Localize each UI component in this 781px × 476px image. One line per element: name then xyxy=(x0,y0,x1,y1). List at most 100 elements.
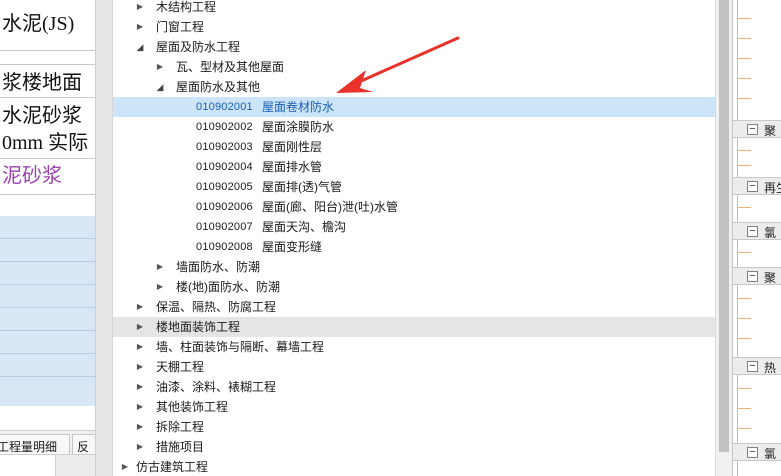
tree-node[interactable]: ▶ 其他装饰工程 xyxy=(113,397,715,417)
collapse-box-icon[interactable]: − xyxy=(747,271,758,282)
tree-guide-line xyxy=(737,240,738,267)
tree-item[interactable]: 010902007 屋面天沟、檐沟 xyxy=(113,217,715,237)
tree-node[interactable]: ▶ 墙、柱面装饰与隔断、幕墙工程 xyxy=(113,337,715,357)
expand-arrow-icon[interactable]: ▶ xyxy=(135,297,145,317)
tree-node[interactable]: ▶ 保温、隔热、防腐工程 xyxy=(113,297,715,317)
tree-item-label: 门窗工程 xyxy=(156,20,205,34)
tree-node[interactable]: ▶ 楼地面装饰工程 xyxy=(113,317,715,337)
right-tree-node[interactable]: −再生 xyxy=(733,177,781,195)
tree-item[interactable]: 010902005 屋面排(透)气管 xyxy=(113,177,715,197)
collapse-box-icon[interactable]: − xyxy=(747,226,758,237)
expand-arrow-icon[interactable]: ▶ xyxy=(135,337,145,357)
right-tree-node-label: 再生 xyxy=(764,181,781,195)
tree-guide-line xyxy=(737,461,738,476)
expand-arrow-icon[interactable]: ▶ xyxy=(155,57,165,77)
right-tree-node-label: 氯 xyxy=(764,226,777,240)
tree-guide-line xyxy=(737,375,738,443)
tree-guide-stub xyxy=(737,252,751,253)
tree-guide-stub xyxy=(737,388,751,389)
tree-item-label: 楼(地)面防水、防潮 xyxy=(176,280,280,294)
expand-arrow-icon[interactable]: ▶ xyxy=(135,377,145,397)
tree-item[interactable]: 010902006 屋面(廊、阳台)泄(吐)水管 xyxy=(113,197,715,217)
tree-guide-stub xyxy=(737,38,751,39)
bottom-bar xyxy=(0,454,95,476)
grid-line xyxy=(0,284,95,285)
tree-node[interactable]: ▶ 门窗工程 xyxy=(113,17,715,37)
tree-item-code: 010902006 xyxy=(196,201,253,213)
left-panel-line: 水泥砂浆 xyxy=(2,105,82,127)
tree-node[interactable]: ▶ 油漆、涂料、裱糊工程 xyxy=(113,377,715,397)
tree-item-label: 拆除工程 xyxy=(156,420,205,434)
tree-item-label: 屋面刚性层 xyxy=(262,140,323,154)
tree-guide-stub xyxy=(737,408,751,409)
expand-arrow-icon[interactable]: ▶ xyxy=(120,457,130,476)
tree-guide-stub xyxy=(737,78,751,79)
tree-item[interactable]: 010902004 屋面排水管 xyxy=(113,157,715,177)
expand-arrow-icon[interactable]: ▶ xyxy=(135,357,145,377)
tree-item-code: 010902003 xyxy=(196,141,253,153)
tree-item-label: 瓦、型材及其他屋面 xyxy=(176,60,285,74)
collapse-arrow-icon[interactable]: ◢ xyxy=(155,77,165,97)
collapse-box-icon[interactable]: − xyxy=(747,361,758,372)
tree-node[interactable]: ▶ 拆除工程 xyxy=(113,417,715,437)
tree-guide-line xyxy=(737,195,738,222)
grid-area[interactable] xyxy=(0,216,95,406)
tab-quantity-detail[interactable]: 工程量明细 xyxy=(0,434,70,455)
tree-node[interactable]: ▶ 木结构工程 xyxy=(113,0,715,17)
tab-next[interactable]: 反 xyxy=(72,434,95,455)
tree-node[interactable]: ▶ 楼(地)面防水、防潮 xyxy=(113,277,715,297)
tree-guide-stub xyxy=(737,165,751,166)
right-tree-node[interactable]: − 氯 xyxy=(733,222,781,240)
tree-node[interactable]: ▶ 瓦、型材及其他屋面 xyxy=(113,57,715,77)
tree-item-label: 措施项目 xyxy=(156,440,205,454)
tree-item[interactable]: 010902008 屋面变形缝 xyxy=(113,237,715,257)
expand-arrow-icon[interactable]: ▶ xyxy=(135,0,145,17)
tree-item[interactable]: 010902002 屋面涂膜防水 xyxy=(113,117,715,137)
tree-guide-stub xyxy=(737,318,751,319)
expand-arrow-icon[interactable]: ▶ xyxy=(135,317,145,337)
tree-node[interactable]: ◢ 屋面及防水工程 xyxy=(113,37,715,57)
tree-item-code: 010902008 xyxy=(196,241,253,253)
right-tree-node-label: 氯 xyxy=(764,447,777,461)
expand-arrow-icon[interactable]: ▶ xyxy=(135,417,145,437)
grid-line xyxy=(0,330,95,331)
tree-item[interactable]: 010902001 屋面卷材防水 xyxy=(113,97,715,117)
tree-node[interactable]: ◢ 屋面防水及其他 xyxy=(113,77,715,97)
tree-node[interactable]: ▶ 天棚工程 xyxy=(113,357,715,377)
collapse-box-icon[interactable]: − xyxy=(747,447,758,458)
tree-scrollbar[interactable] xyxy=(715,0,732,476)
left-panel-line: 浆楼地面 xyxy=(2,72,82,94)
tree-item-label: 仿古建筑工程 xyxy=(136,460,209,474)
tree-node[interactable]: ▶ 措施项目 xyxy=(113,437,715,457)
tree-node[interactable]: ▶ 仿古建筑工程 xyxy=(113,457,715,476)
tree-item-label: 楼地面装饰工程 xyxy=(156,320,241,334)
grid-line xyxy=(0,376,95,377)
right-tree-node[interactable]: − 氯 xyxy=(733,443,781,461)
collapse-box-icon[interactable]: − xyxy=(747,181,758,192)
expand-arrow-icon[interactable]: ▶ xyxy=(155,277,165,297)
right-tree-node[interactable]: − 聚 xyxy=(733,120,781,138)
tree-node[interactable]: ▶ 墙面防水、防潮 xyxy=(113,257,715,277)
right-tree-node[interactable]: − 聚 xyxy=(733,267,781,285)
collapse-arrow-icon[interactable]: ◢ xyxy=(135,37,145,57)
expand-arrow-icon[interactable]: ▶ xyxy=(155,257,165,277)
tree-guide-line xyxy=(737,138,738,177)
expand-arrow-icon[interactable]: ▶ xyxy=(135,17,145,37)
bottom-cell xyxy=(0,455,56,476)
right-tree-node[interactable]: − 热 xyxy=(733,357,781,375)
tree-item-label: 其他装饰工程 xyxy=(156,400,229,414)
bottom-tab-bar: 工程量明细 反 xyxy=(0,430,95,455)
expand-arrow-icon[interactable]: ▶ xyxy=(135,437,145,457)
grid-line xyxy=(0,238,95,239)
tree-guide-stub xyxy=(737,207,751,208)
panel-splitter[interactable] xyxy=(95,0,113,476)
scroll-thumb[interactable] xyxy=(719,0,729,452)
tree-item-label: 屋面及防水工程 xyxy=(156,40,241,54)
expand-arrow-icon[interactable]: ▶ xyxy=(135,397,145,417)
tree-guide-line xyxy=(737,285,738,357)
tree-item-label: 油漆、涂料、裱糊工程 xyxy=(156,380,277,394)
tree-item-label: 屋面卷材防水 xyxy=(262,100,335,114)
tree-item-code: 010902007 xyxy=(196,221,253,233)
collapse-box-icon[interactable]: − xyxy=(747,124,758,135)
tree-item[interactable]: 010902003 屋面刚性层 xyxy=(113,137,715,157)
